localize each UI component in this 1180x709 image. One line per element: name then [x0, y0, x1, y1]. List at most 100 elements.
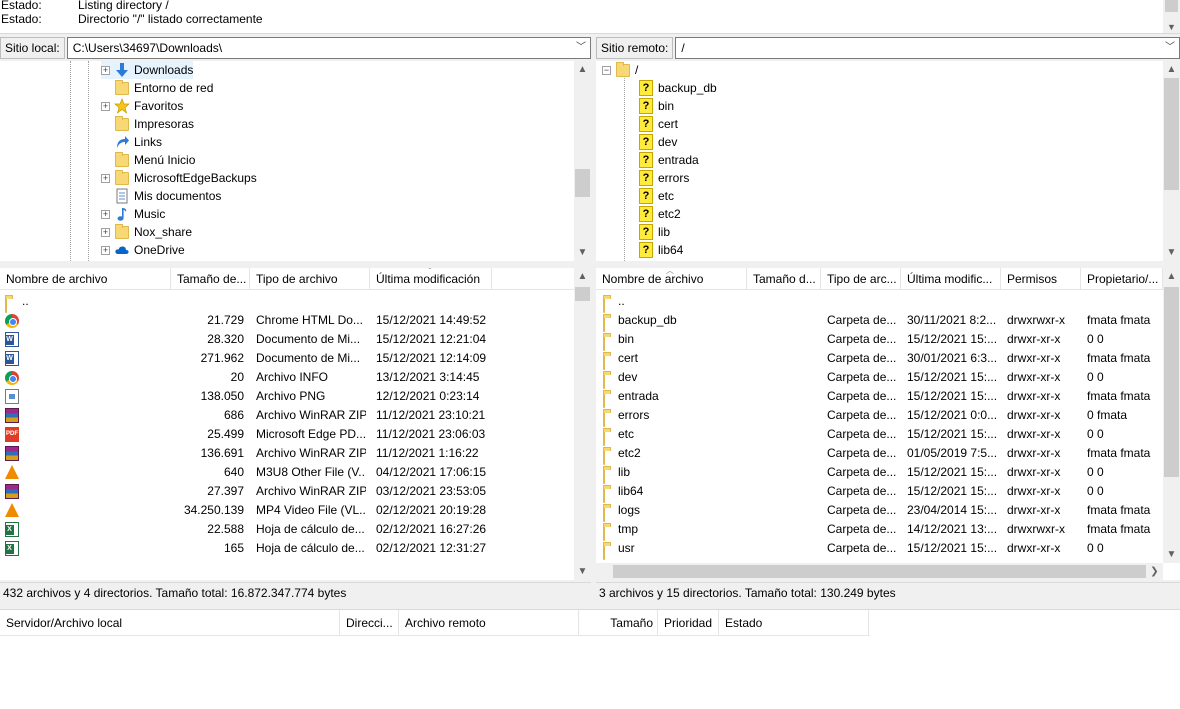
local-tree-scrollbar[interactable]: ▲ ▼ — [574, 61, 591, 261]
local-file-row[interactable]: 136.691 Archivo WinRAR ZIP 11/12/2021 1:16… — [0, 444, 574, 463]
remote-tree-item[interactable]: ? lib — [638, 223, 670, 241]
chevron-down-icon[interactable]: ﹀ — [576, 38, 586, 58]
scroll-up-icon[interactable]: ▲ — [574, 61, 591, 78]
local-file-row[interactable]: 640 M3U8 Other File (V... 04/12/2021 17:06… — [0, 463, 574, 482]
local-list-scrollbar[interactable]: ▲ ▼ — [574, 268, 591, 580]
collapse-icon[interactable]: − — [602, 65, 611, 75]
queue-column-direction[interactable]: Direcci... — [340, 610, 399, 636]
column-header-type[interactable]: Tipo de arc... — [821, 268, 901, 290]
remote-file-row[interactable]: usr Carpeta de... 15/12/2021 15:... drwxr-x… — [596, 539, 1163, 560]
scroll-right-icon[interactable]: ❯ — [1146, 563, 1163, 580]
scroll-up-icon[interactable]: ▲ — [1163, 268, 1180, 285]
local-tree-item[interactable]: Impresoras — [101, 115, 194, 133]
remote-tree-item[interactable]: ? errors — [638, 169, 689, 187]
chevron-down-icon[interactable]: ﹀ — [1165, 38, 1175, 58]
log-scroll-down-icon[interactable]: ▼ — [1163, 22, 1180, 32]
local-file-row[interactable]: 20 Archivo INFO 13/12/2021 3:14:45 — [0, 368, 574, 387]
remote-path-combo[interactable]: / ﹀ — [675, 37, 1180, 59]
remote-tree-item[interactable]: ? dev — [638, 133, 677, 151]
remote-file-row[interactable]: bin Carpeta de... 15/12/2021 15:... drwxr-x… — [596, 330, 1163, 351]
remote-file-row[interactable]: tmp Carpeta de... 14/12/2021 13:... drwxrwx… — [596, 520, 1163, 541]
scroll-up-icon[interactable]: ▲ — [574, 268, 591, 285]
remote-file-row[interactable]: entrada Carpeta de... 15/12/2021 15:... drw… — [596, 387, 1163, 408]
scroll-down-icon[interactable]: ▼ — [1163, 546, 1180, 563]
local-file-row[interactable]: .. — [0, 292, 574, 313]
log-scroll-thumb[interactable] — [1165, 0, 1178, 12]
local-file-row[interactable]: 271.962 Documento de Mi... 15/12/2021 12:1… — [0, 349, 574, 368]
expand-icon[interactable]: + — [101, 101, 110, 111]
file-type: Carpeta de... — [827, 446, 897, 460]
local-file-row[interactable]: PDF 25.499 Microsoft Edge PD... 11/12/2021 … — [0, 425, 574, 444]
local-tree-item[interactable]: + Downloads — [101, 61, 194, 79]
remote-tree-item[interactable]: ? etc — [638, 187, 674, 205]
file-permissions: drwxr-xr-x — [1007, 427, 1061, 441]
scroll-down-icon[interactable]: ▼ — [574, 244, 591, 261]
expand-icon[interactable]: + — [101, 173, 110, 183]
local-file-row[interactable]: 138.050 Archivo PNG 12/12/2021 0:23:14 — [0, 387, 574, 406]
remote-tree-scroll-thumb[interactable] — [1164, 78, 1179, 190]
local-tree-item[interactable]: Menú Inicio — [101, 151, 195, 169]
column-header-modified[interactable]: Última modific... — [901, 268, 1001, 290]
local-tree-item[interactable]: + Music — [101, 205, 165, 223]
column-header-type[interactable]: Tipo de archivo — [250, 268, 370, 290]
queue-column-size[interactable]: Tamaño — [579, 610, 658, 636]
local-file-row[interactable]: 22.588 Hoja de cálculo de... 02/12/2021 16… — [0, 520, 574, 539]
remote-file-row[interactable]: lib Carpeta de... 15/12/2021 15:... drwxr-x… — [596, 463, 1163, 484]
local-file-row[interactable]: 34.250.139 MP4 Video File (VL... 02/12/202… — [0, 501, 574, 520]
remote-list-hscrollbar[interactable]: ❯ — [596, 563, 1163, 580]
queue-column-remote[interactable]: Archivo remoto — [399, 610, 579, 636]
file-modified: 15/12/2021 15:... — [907, 484, 998, 498]
remote-tree-scrollbar[interactable]: ▲ ▼ — [1163, 61, 1180, 261]
remote-file-row[interactable]: etc Carpeta de... 15/12/2021 15:... drwxr-x… — [596, 425, 1163, 446]
column-header-size[interactable]: Tamaño d... — [747, 268, 821, 290]
remote-tree-item[interactable]: ? entrada — [638, 151, 699, 169]
expand-icon[interactable]: + — [101, 245, 110, 255]
local-tree-item[interactable]: Entorno de red — [101, 79, 213, 97]
local-tree-item[interactable]: Mis documentos — [101, 187, 221, 205]
remote-file-row[interactable]: errors Carpeta de... 15/12/2021 0:0... drwx… — [596, 406, 1163, 427]
remote-file-row[interactable]: backup_db Carpeta de... 30/11/2021 8:2... d… — [596, 311, 1163, 332]
column-header-name[interactable]: Nombre de archivo — [0, 268, 171, 290]
scroll-down-icon[interactable]: ▼ — [1163, 244, 1180, 261]
remote-tree-item[interactable]: ? cert — [638, 115, 678, 133]
local-tree-item[interactable]: + Nox_share — [101, 223, 192, 241]
local-path-combo[interactable]: C:\Users\34697\Downloads\ ﹀ — [66, 37, 591, 59]
local-file-row[interactable]: 21.729 Chrome HTML Do... 15/12/2021 14:49:… — [0, 311, 574, 330]
remote-tree-item[interactable]: ? etc2 — [638, 205, 681, 223]
remote-list-hscroll-thumb[interactable] — [613, 565, 1146, 578]
remote-list-scroll-thumb[interactable] — [1164, 287, 1179, 477]
local-list-scroll-thumb[interactable] — [575, 287, 590, 301]
local-tree-item[interactable]: + Favoritos — [101, 97, 183, 115]
remote-file-row[interactable]: lib64 Carpeta de... 15/12/2021 15:... drwxr… — [596, 482, 1163, 503]
remote-list-scrollbar[interactable]: ▲ ▼ — [1163, 268, 1180, 563]
expand-icon[interactable]: + — [101, 227, 110, 237]
remote-tree-root[interactable]: − / — [602, 61, 638, 79]
local-tree-item[interactable]: + OneDrive — [101, 241, 185, 259]
queue-column-local[interactable]: Servidor/Archivo local — [0, 610, 340, 636]
log-scrollbar[interactable]: ▼ — [1163, 0, 1180, 33]
column-header-owner[interactable]: Propietario/... — [1081, 268, 1163, 290]
remote-file-row[interactable]: etc2 Carpeta de... 01/05/2019 7:5... drwxr-… — [596, 444, 1163, 465]
expand-icon[interactable]: + — [101, 65, 110, 75]
local-file-row[interactable]: 165 Hoja de cálculo de... 02/12/2021 12:31… — [0, 539, 574, 558]
expand-icon[interactable]: + — [101, 209, 110, 219]
remote-tree-item[interactable]: ? lib64 — [638, 241, 683, 259]
queue-column-priority[interactable]: Prioridad — [658, 610, 719, 636]
column-header-size[interactable]: Tamaño de... — [171, 268, 250, 290]
remote-file-row[interactable]: cert Carpeta de... 30/01/2021 6:3... drwxr-… — [596, 349, 1163, 370]
queue-column-status[interactable]: Estado — [719, 610, 869, 636]
local-tree-scroll-thumb[interactable] — [575, 169, 590, 197]
column-header-permissions[interactable]: Permisos — [1001, 268, 1081, 290]
remote-file-row[interactable]: logs Carpeta de... 23/04/2014 15:... drwxr-… — [596, 501, 1163, 522]
scroll-down-icon[interactable]: ▼ — [574, 563, 591, 580]
remote-file-row[interactable]: dev Carpeta de... 15/12/2021 15:... drwxr-x… — [596, 368, 1163, 389]
local-file-row[interactable]: 27.397 Archivo WinRAR ZIP 03/12/2021 23:53… — [0, 482, 574, 501]
remote-file-row[interactable]: .. — [596, 292, 1163, 313]
local-tree-item[interactable]: Links — [101, 133, 162, 151]
remote-tree-item[interactable]: ? bin — [638, 97, 674, 115]
local-file-row[interactable]: 686 Archivo WinRAR ZIP 11/12/2021 23:10:21 — [0, 406, 574, 425]
local-file-row[interactable]: 28.320 Documento de Mi... 15/12/2021 12:21… — [0, 330, 574, 349]
scroll-up-icon[interactable]: ▲ — [1163, 61, 1180, 78]
remote-tree-item[interactable]: ? backup_db — [638, 79, 717, 97]
local-tree-item[interactable]: + MicrosoftEdgeBackups — [101, 169, 257, 187]
